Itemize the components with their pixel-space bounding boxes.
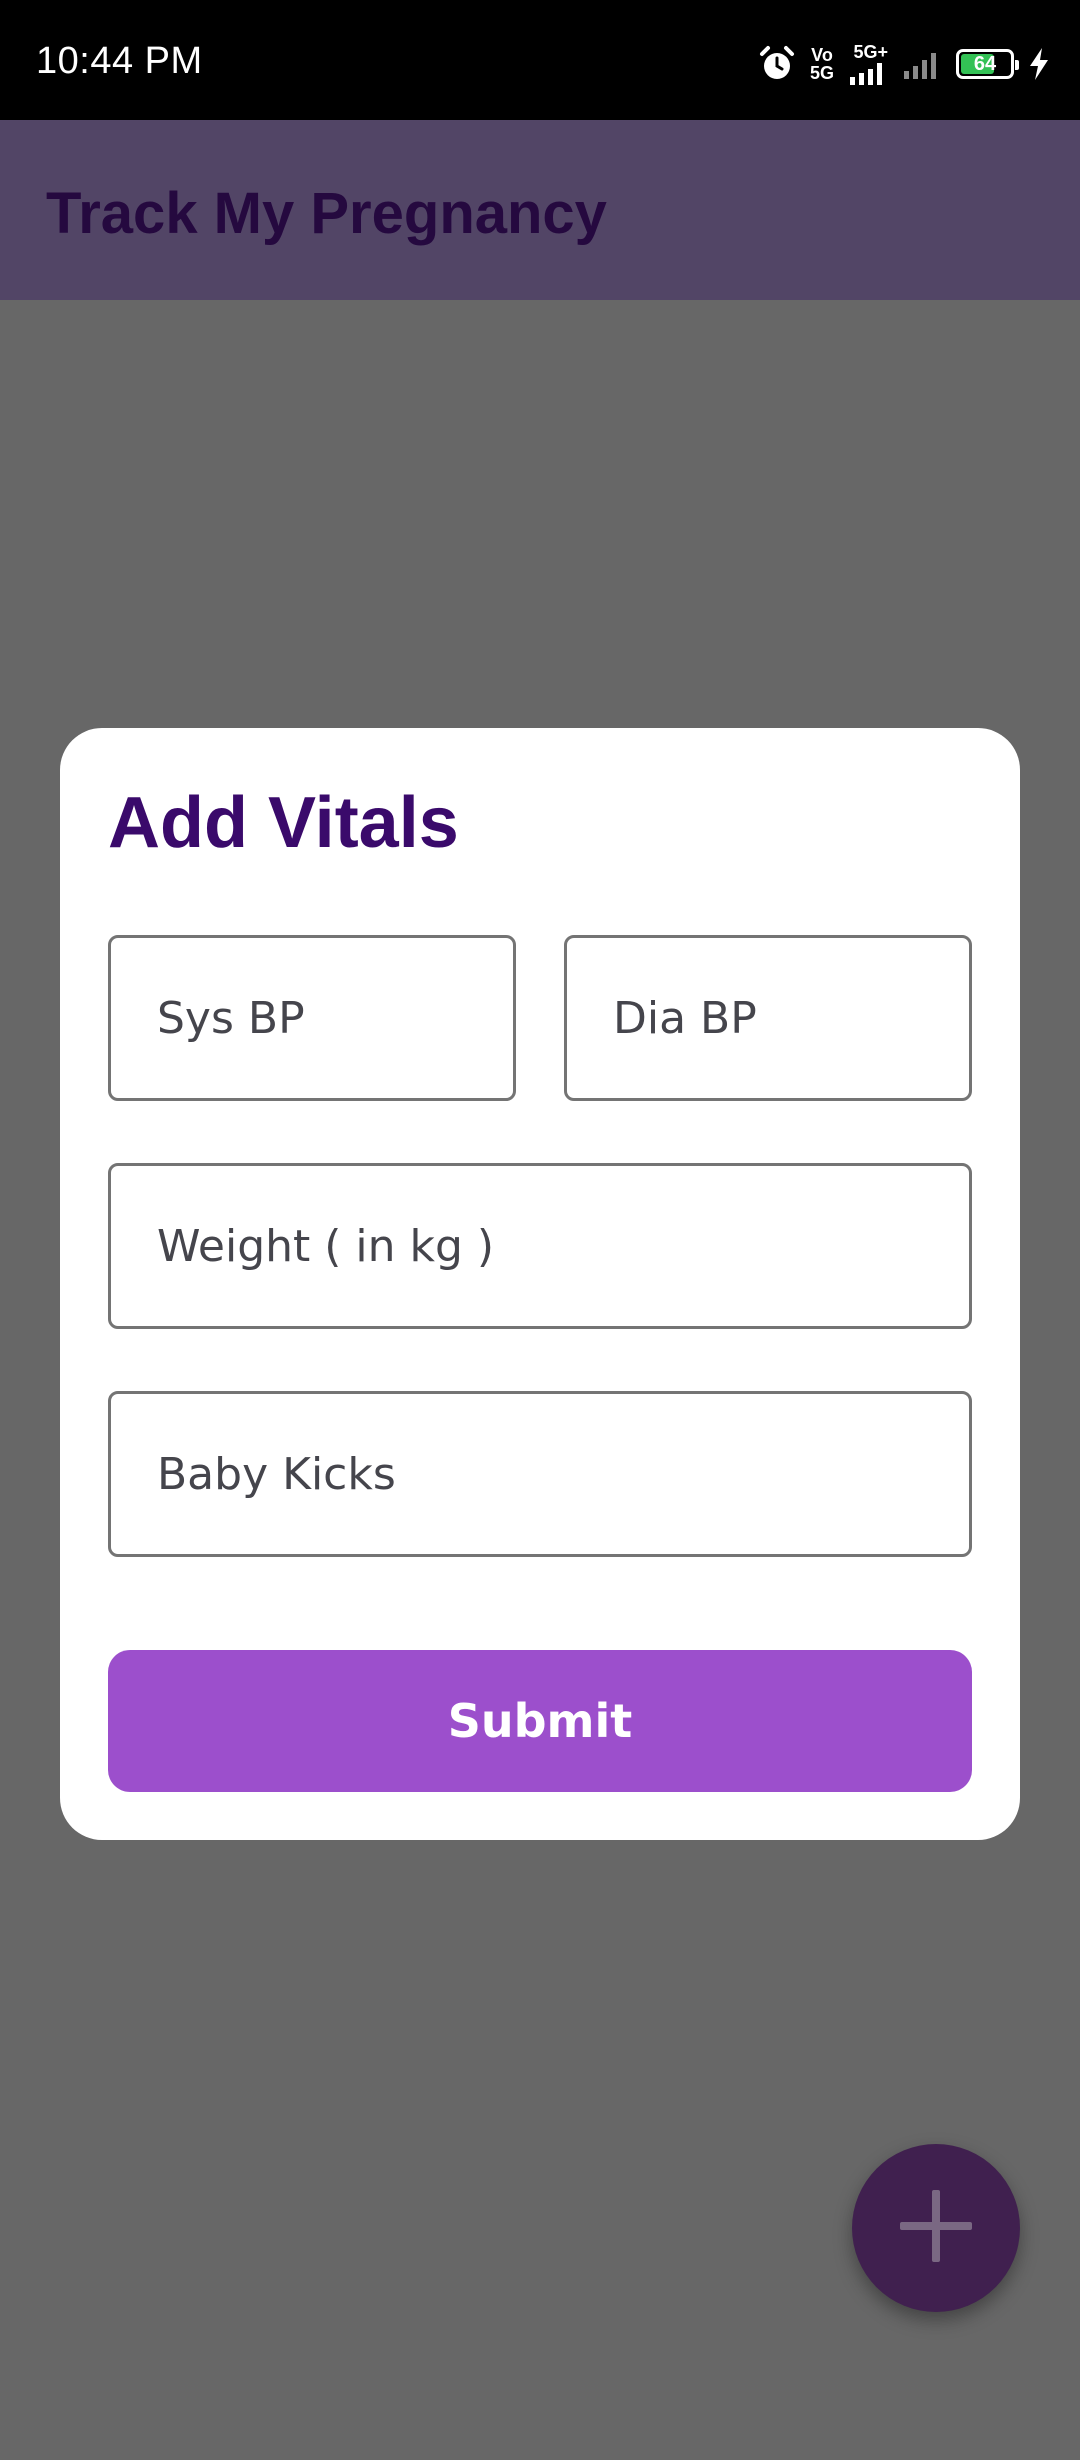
baby-kicks-field[interactable]	[108, 1391, 972, 1557]
add-vitals-dialog: Add Vitals Submit	[60, 728, 1020, 1840]
baby-kicks-input[interactable]	[111, 1394, 969, 1554]
volte-bottom-text: 5G	[809, 63, 834, 83]
network-type-text: 5G+	[853, 42, 888, 62]
status-time: 10:44 PM	[36, 40, 203, 82]
dialog-title: Add Vitals	[108, 783, 459, 863]
sys-bp-field[interactable]	[108, 935, 516, 1101]
submit-button[interactable]: Submit	[108, 1650, 972, 1792]
status-icons: Vo 5G 5G+ 64	[758, 42, 1050, 86]
dia-bp-field[interactable]	[564, 935, 972, 1101]
weight-input[interactable]	[111, 1166, 969, 1326]
dia-bp-input[interactable]	[567, 938, 969, 1098]
app-title: Track My Pregnancy	[46, 181, 607, 246]
status-bar: 10:44 PM Vo 5G 5G+ 64	[0, 0, 1080, 120]
battery-level-text: 64	[973, 52, 997, 75]
battery-icon: 64	[956, 49, 1019, 79]
add-fab-button[interactable]	[852, 2144, 1020, 2312]
volte-top-text: Vo	[811, 45, 833, 65]
screen: 10:44 PM Vo 5G 5G+ 64 Track My Pregnancy…	[0, 0, 1080, 2460]
volte-label: Vo 5G	[810, 46, 834, 82]
weight-field[interactable]	[108, 1163, 972, 1329]
signal-weak-icon	[902, 49, 942, 79]
plus-icon	[896, 2186, 976, 2271]
charging-bolt-icon	[1028, 47, 1050, 81]
app-bar: Track My Pregnancy	[0, 120, 1080, 300]
sys-bp-input[interactable]	[111, 938, 513, 1098]
signal-5g-icon: 5G+	[848, 43, 888, 85]
alarm-icon	[758, 45, 796, 83]
